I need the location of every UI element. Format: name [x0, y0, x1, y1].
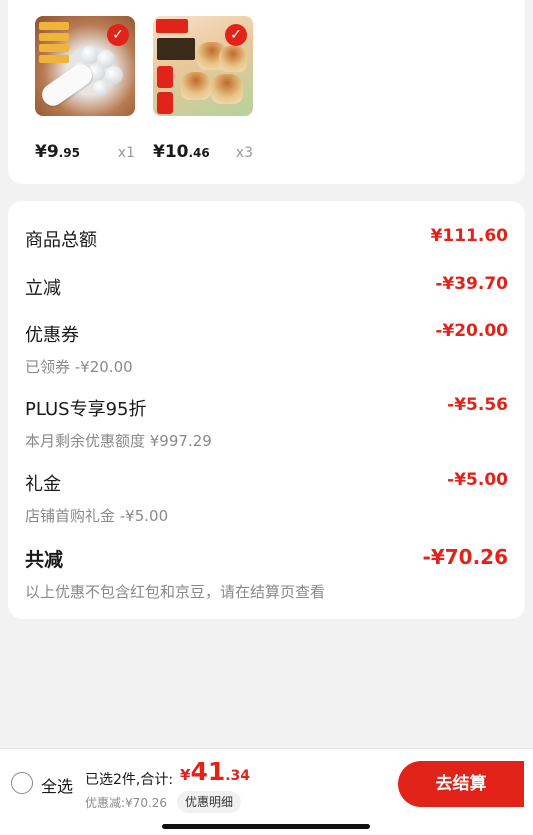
- summary-sub: 本月剩余优惠额度 ¥997.29: [25, 432, 212, 450]
- selected-products-card: ✓ ¥9.95 x1 ✓ ¥10.46 x3: [8, 0, 525, 184]
- brand-logo: [156, 19, 188, 33]
- summary-sub: 店铺首购礼金 -¥5.00: [25, 507, 169, 525]
- summary-value: -¥70.26: [422, 545, 508, 569]
- summary-gift[interactable]: 礼金 -¥5.00 店铺首购礼金 -¥5.00: [25, 470, 508, 526]
- product-image[interactable]: ✓: [35, 16, 135, 116]
- checkout-bar: 全选 已选2件,合计: ¥41.34 优惠减:¥70.26 优惠明细 去结算: [0, 748, 533, 835]
- summary-note: 以上优惠不包含红包和京豆，请在结算页查看: [25, 583, 326, 601]
- summary-value: -¥5.00: [447, 470, 508, 490]
- check-icon[interactable]: ✓: [107, 24, 129, 46]
- product-item-shaomai[interactable]: ✓ ¥10.46 x3: [153, 16, 253, 162]
- checkout-button[interactable]: 去结算: [398, 761, 524, 807]
- summary-value: -¥39.70: [435, 274, 508, 294]
- summary-total-off: 共减 -¥70.26 以上优惠不包含红包和京豆，请在结算页查看: [25, 545, 508, 602]
- discount-amount: 优惠减:¥70.26: [85, 796, 168, 810]
- check-icon[interactable]: ✓: [225, 24, 247, 46]
- product-price: ¥9.95: [35, 142, 80, 162]
- product-quantity: x3: [235, 145, 253, 161]
- home-indicator: [162, 824, 370, 829]
- summary-value: -¥5.56: [447, 395, 508, 415]
- summary-instant-off: 立减 -¥39.70: [25, 274, 508, 300]
- summary-sub: 已领券 -¥20.00: [25, 358, 133, 376]
- product-tags: [39, 22, 69, 63]
- spoon-image: [37, 59, 97, 111]
- summary-plus-discount[interactable]: PLUS专享95折 -¥5.56 本月剩余优惠额度 ¥997.29: [25, 395, 508, 451]
- price-summary-card: 商品总额 ¥111.60 立减 -¥39.70 优惠券 -¥20.00 已领券 …: [8, 201, 525, 619]
- product-quantity: x1: [117, 145, 135, 161]
- product-item-tangyuan[interactable]: ✓ ¥9.95 x1: [35, 16, 135, 162]
- summary-goods-total: 商品总额 ¥111.60: [25, 226, 508, 252]
- product-title-graphic: [157, 38, 195, 60]
- product-image[interactable]: ✓: [153, 16, 253, 116]
- summary-label: PLUS专享95折: [25, 399, 147, 420]
- product-price: ¥10.46: [153, 142, 210, 162]
- summary-label: 礼金: [25, 474, 61, 495]
- discount-detail-button[interactable]: 优惠明细: [177, 791, 242, 813]
- summary-coupon[interactable]: 优惠券 -¥20.00 已领券 -¥20.00: [25, 321, 508, 377]
- summary-value: ¥111.60: [430, 226, 508, 246]
- total-amount: ¥41.34: [180, 757, 251, 786]
- summary-value: -¥20.00: [435, 321, 508, 341]
- radio-unchecked-icon[interactable]: [11, 772, 33, 794]
- select-all-label[interactable]: 全选: [41, 773, 73, 797]
- selected-count: 已选2件,合计:: [85, 772, 174, 788]
